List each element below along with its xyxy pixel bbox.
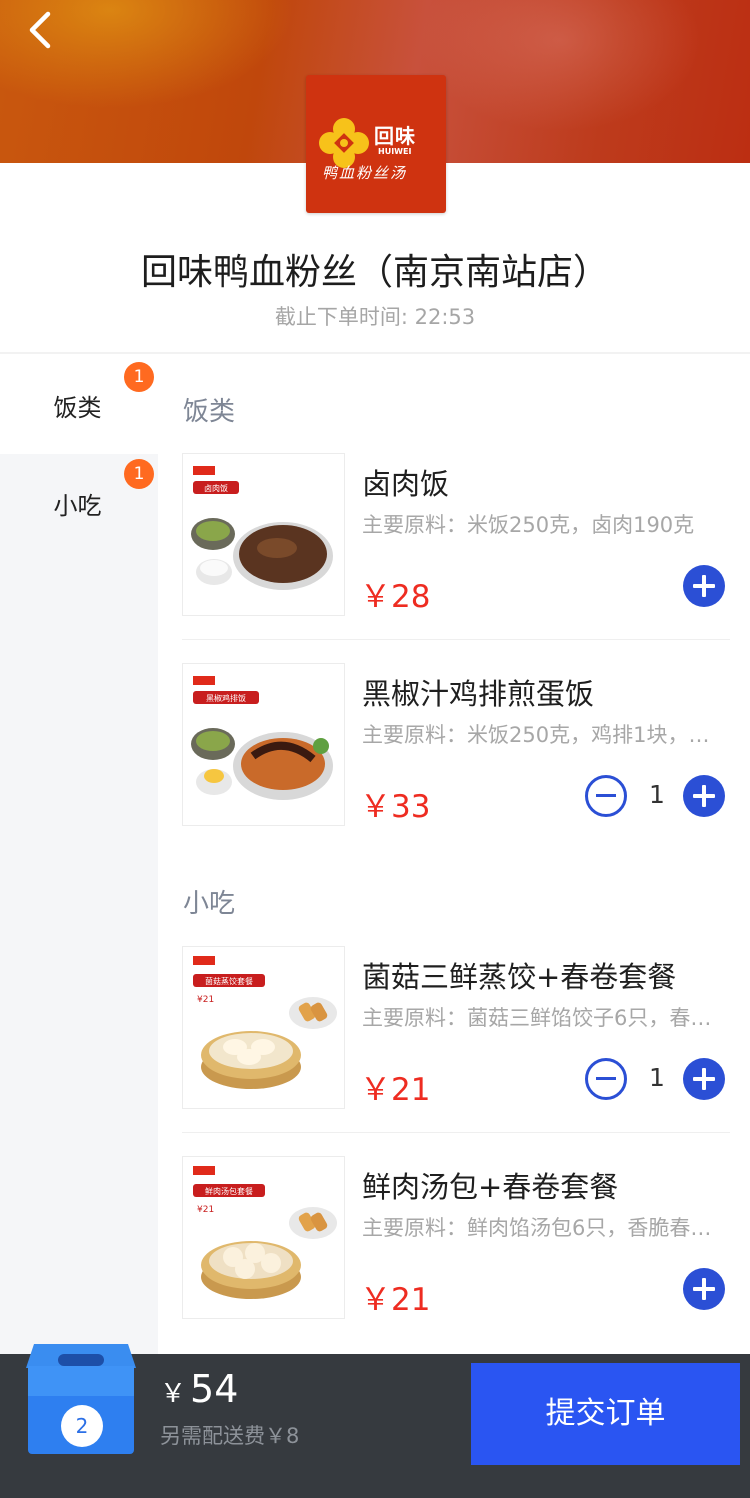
dish-item[interactable]: 鲜肉汤包套餐 ¥21 鲜肉汤包+春卷套餐 主要原料：鲜肉馅汤包6只，香脆春卷2只… [182,1156,730,1366]
add-button[interactable] [683,565,725,607]
dish-price: ￥21 [360,1072,431,1108]
sidebar-item-snacks[interactable]: 小吃 1 [0,454,158,554]
dish-image: 黑椒鸡排饭 [182,663,345,826]
sidebar-badge: 1 [124,459,154,489]
dish-image: 鲜肉汤包套餐 ¥21 [182,1156,345,1319]
dish-name: 卤肉饭 [362,467,450,501]
dish-name: 鲜肉汤包+春卷套餐 [362,1170,619,1204]
add-button[interactable] [683,1058,725,1100]
logo-slogan: 鸭血粉丝汤 [322,164,408,182]
order-deadline: 截止下单时间: 22:53 [274,305,476,329]
dish-description: 主要原料：米饭250克，鸡排1块，煎蛋1个 [362,723,727,747]
sidebar-item-label: 饭类 [53,394,102,422]
decrease-button[interactable] [585,1058,627,1100]
section-title: 饭类 [183,397,236,427]
delivery-fee: 另需配送费￥8 [160,1424,300,1448]
logo-brand-en: HUIWEI [378,147,412,156]
dish-image-tag: 鲜肉汤包套餐 [205,1186,253,1196]
add-button[interactable] [683,775,725,817]
dish-image: 卤肉饭 [182,453,345,616]
submit-order-button[interactable]: 提交订单 [471,1363,740,1465]
dish-name: 黑椒汁鸡排煎蛋饭 [362,677,595,711]
decrease-button[interactable] [585,775,627,817]
dish-image-price: ¥21 [197,1205,214,1215]
logo-brand-cn: 回味 [374,124,416,148]
quantity-value: 1 [649,780,665,809]
shop-logo: 回味 HUIWEI 鸭血粉丝汤 [306,75,446,213]
dish-description: 主要原料：米饭250克，卤肉190克 [362,513,695,537]
sidebar-badge: 1 [124,362,154,392]
dish-price: ￥33 [360,789,431,825]
dish-image-tag: 卤肉饭 [204,483,228,493]
divider [182,639,730,640]
dish-description: 主要原料：菌菇三鲜馅饺子6只，春卷2只 [362,1006,727,1030]
dish-item[interactable]: 卤肉饭 卤肉饭 主要原料：米饭250克，卤肉190克 ￥28 [182,453,730,663]
currency-symbol: ￥ [160,1379,187,1409]
divider [182,1132,730,1133]
cart-total-value: 54 [190,1367,239,1411]
category-sidebar: 饭类 1 小吃 1 [0,354,158,1354]
shop-name: 回味鸭血粉丝（南京南站店） [140,252,609,293]
dish-price: ￥21 [360,1282,431,1318]
sidebar-item-rice[interactable]: 饭类 1 [0,354,158,454]
quantity-value: 1 [649,1063,665,1092]
add-button[interactable] [683,1268,725,1310]
sidebar-item-label: 小吃 [53,492,102,520]
cart-total: ￥ 54 [160,1367,238,1411]
dish-image: 菌菇蒸饺套餐 ¥21 [182,946,345,1109]
dish-price: ￥28 [360,579,431,615]
dish-item[interactable]: 菌菇蒸饺套餐 ¥21 菌菇三鲜蒸饺+春卷套餐 主要原料：菌菇三鲜馅饺子6只，春卷… [182,946,730,1156]
dish-image-tag: 菌菇蒸饺套餐 [205,976,253,986]
cart-count-badge: 2 [61,1405,103,1447]
chevron-left-icon [29,11,51,49]
dish-name: 菌菇三鲜蒸饺+春卷套餐 [362,960,677,994]
dish-description: 主要原料：鲜肉馅汤包6只，香脆春卷2只 [362,1216,727,1240]
back-button[interactable] [22,8,62,52]
dish-image-price: ¥21 [197,995,214,1005]
dish-image-tag: 黑椒鸡排饭 [206,693,246,703]
dish-item[interactable]: 黑椒鸡排饭 黑椒汁鸡排煎蛋饭 主要原料：米饭250克，鸡排1块，煎蛋1个 ￥33… [182,663,730,873]
section-title: 小吃 [183,889,236,919]
